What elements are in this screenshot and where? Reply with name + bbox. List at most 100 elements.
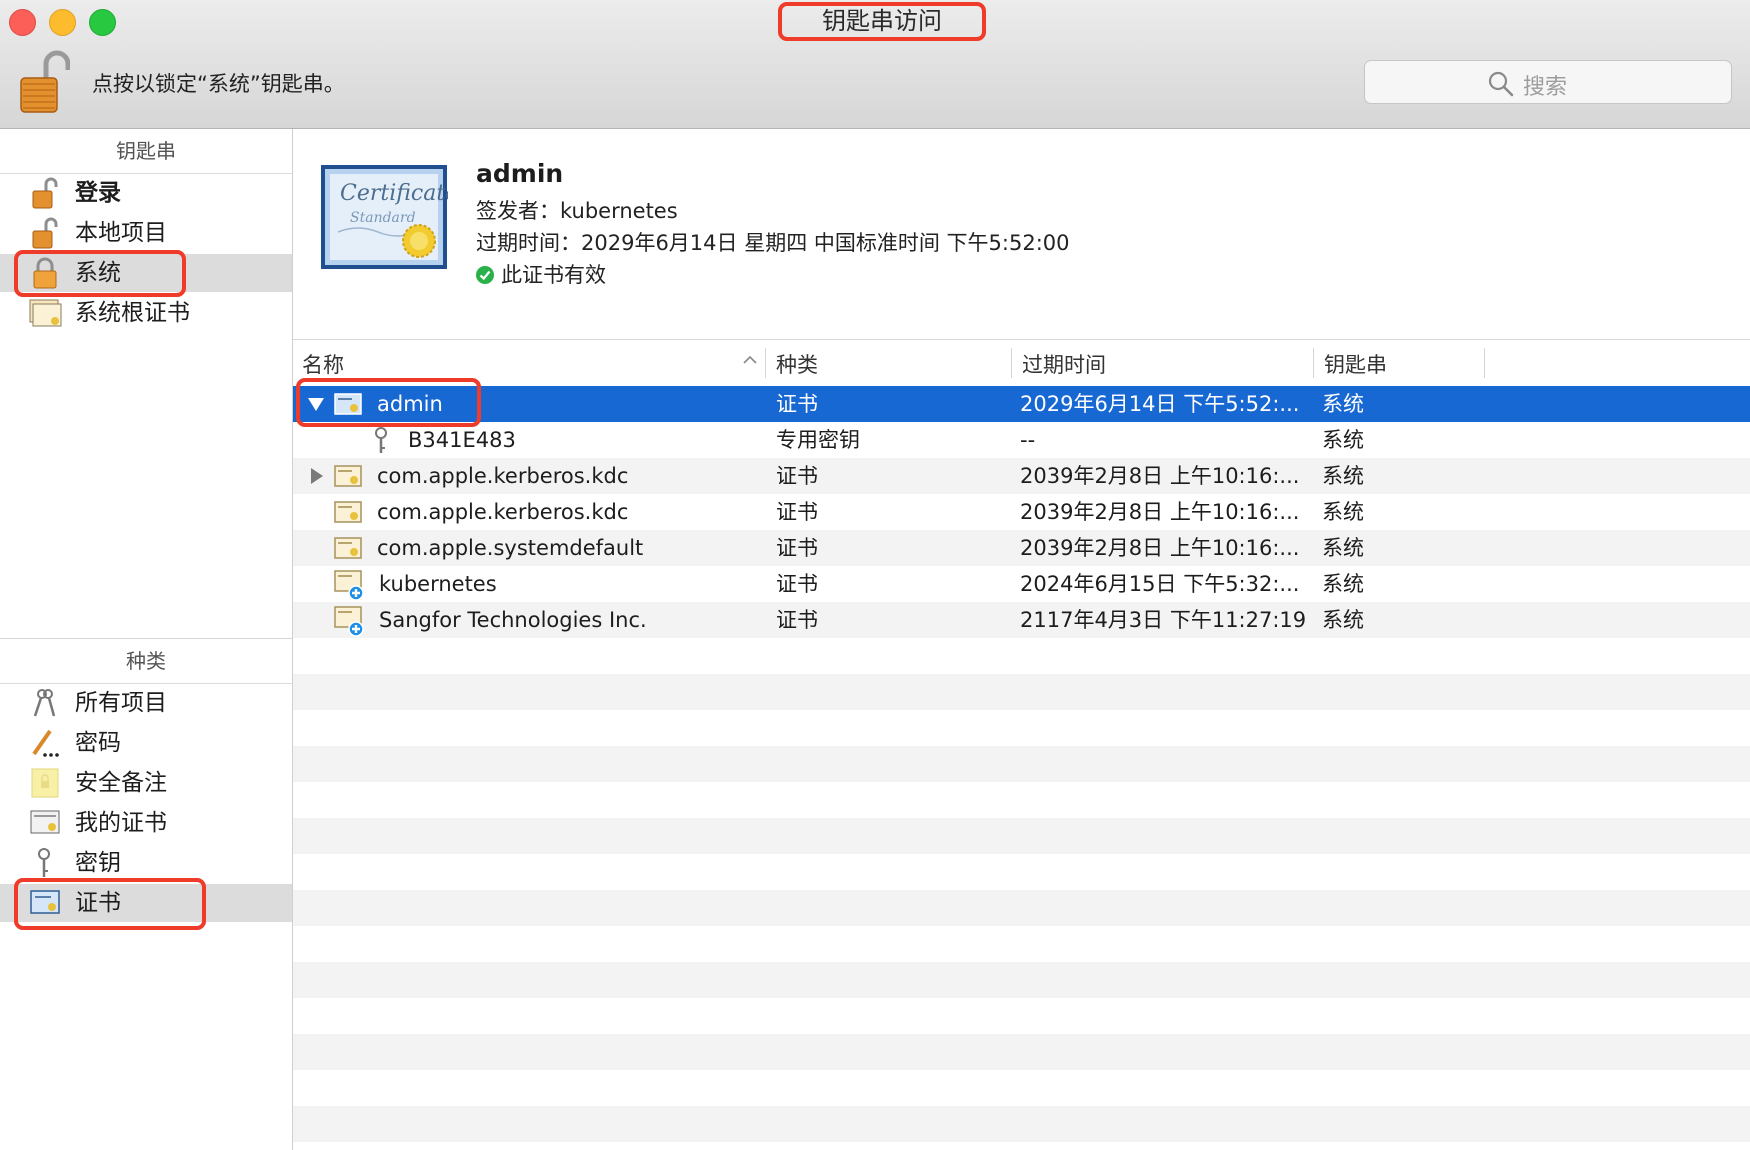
sidebar-item-secure-notes[interactable]: 安全备注 <box>0 764 292 802</box>
empty-row <box>293 674 1750 710</box>
column-separator[interactable] <box>1484 348 1485 378</box>
key-icon <box>38 848 50 877</box>
lock-icon <box>33 257 57 289</box>
table-row[interactable]: com.apple.systemdefault 证书 2039年2月8日 上午1… <box>293 530 1750 566</box>
row-keychain: 系统 <box>1322 392 1364 416</box>
row-expires: -- <box>1020 428 1036 452</box>
checkmark-icon <box>476 266 494 284</box>
pencil-icon <box>32 729 59 757</box>
row-name: com.apple.systemdefault <box>377 536 644 560</box>
table-row[interactable]: com.apple.kerberos.kdc 证书 2039年2月8日 上午10… <box>293 458 1750 494</box>
empty-row <box>293 890 1750 926</box>
disclosure-collapsed-icon[interactable] <box>307 467 325 485</box>
row-kind: 证书 <box>776 500 818 524</box>
table-row[interactable]: B341E483 专用密钥 -- 系统 <box>293 422 1750 458</box>
row-name: B341E483 <box>408 428 516 452</box>
row-name: kubernetes <box>379 572 497 596</box>
minimize-window-button[interactable] <box>49 9 76 36</box>
empty-row <box>293 1034 1750 1070</box>
certificate-status-text: 此证书有效 <box>501 263 606 287</box>
sidebar-item-login[interactable]: 登录 <box>0 174 292 212</box>
empty-row <box>293 926 1750 962</box>
table-row[interactable]: admin 证书 2029年6月14日 下午5:52:... 系统 <box>293 386 1750 422</box>
row-kind: 专用密钥 <box>776 428 860 452</box>
certificate-icon <box>334 393 362 415</box>
sidebar-item-label: 所有项目 <box>75 690 167 716</box>
sidebar-item-label: 我的证书 <box>75 810 167 836</box>
column-separator[interactable] <box>1011 348 1012 378</box>
empty-row <box>293 854 1750 890</box>
column-separator[interactable] <box>1313 348 1314 378</box>
table-row[interactable]: Sangfor Technologies Inc. 证书 2117年4月3日 下… <box>293 602 1750 638</box>
sidebar-item-label: 密钥 <box>75 850 121 876</box>
row-kind: 证书 <box>776 464 818 488</box>
lock-open-icon <box>32 177 58 209</box>
row-kind: 证书 <box>776 608 818 632</box>
row-name: com.apple.kerberos.kdc <box>377 500 629 524</box>
window-titlebar: 钥匙串访问 点按以锁定“系统”钥匙串。 搜索 <box>0 0 1750 129</box>
empty-row <box>293 746 1750 782</box>
sidebar-item-label: 系统 <box>75 260 121 286</box>
certificate-icon <box>334 501 362 523</box>
search-icon <box>1488 71 1514 97</box>
certificate-icon: Certificate Standard <box>321 165 448 269</box>
search-input[interactable]: 搜索 <box>1364 60 1732 104</box>
column-separator[interactable] <box>765 348 766 378</box>
close-window-button[interactable] <box>9 9 36 36</box>
sidebar-item-my-certificates[interactable]: 我的证书 <box>0 804 292 842</box>
lock-hint-text[interactable]: 点按以锁定“系统”钥匙串。 <box>92 68 345 98</box>
column-header-keychain[interactable]: 钥匙串 <box>1324 349 1387 379</box>
empty-row <box>293 638 1750 674</box>
disclosure-expanded-icon[interactable] <box>307 395 325 413</box>
keychain-items-table: 名称 种类 过期时间 钥匙串 admin 证书 2029年6月14日 下午5:5… <box>293 340 1750 1150</box>
row-name: com.apple.kerberos.kdc <box>377 464 629 488</box>
column-header-expires[interactable]: 过期时间 <box>1022 349 1106 379</box>
certificate-trusted-icon <box>334 606 364 637</box>
my-certificate-icon <box>30 810 60 834</box>
row-expires: 2039年2月8日 上午10:16:... <box>1020 464 1300 488</box>
empty-row <box>293 818 1750 854</box>
column-header-kind[interactable]: 种类 <box>776 349 818 379</box>
row-kind: 证书 <box>776 536 818 560</box>
sort-ascending-icon[interactable] <box>742 352 758 368</box>
sidebar-item-local-items[interactable]: 本地项目 <box>0 214 292 252</box>
sidebar-item-label: 本地项目 <box>75 220 167 246</box>
sidebar-item-certificates[interactable]: 证书 <box>0 884 292 922</box>
row-keychain: 系统 <box>1322 608 1364 632</box>
empty-row <box>293 1070 1750 1106</box>
sidebar-item-all-items[interactable]: 所有项目 <box>0 684 292 722</box>
row-kind: 证书 <box>776 392 818 416</box>
detail-pane: Certificate Standard admin 签发者：kubernete… <box>293 129 1750 340</box>
empty-row <box>293 782 1750 818</box>
row-keychain: 系统 <box>1322 536 1364 560</box>
certificate-icon <box>334 537 362 559</box>
row-expires: 2024年6月15日 下午5:32:... <box>1020 572 1300 596</box>
table-row[interactable]: kubernetes 证书 2024年6月15日 下午5:32:... 系统 <box>293 566 1750 602</box>
sidebar: 钥匙串 登录 本地项目 系统 系统根证书 种类 所有项目 密码 安全备注 我的证… <box>0 129 293 1150</box>
row-name: Sangfor Technologies Inc. <box>379 608 647 632</box>
sidebar-item-keys[interactable]: 密钥 <box>0 844 292 882</box>
empty-row <box>293 962 1750 998</box>
sidebar-item-system[interactable]: 系统 <box>0 254 292 292</box>
row-expires: 2039年2月8日 上午10:16:... <box>1020 500 1300 524</box>
sidebar-item-system-roots[interactable]: 系统根证书 <box>0 294 292 332</box>
svg-text:Standard: Standard <box>350 210 416 226</box>
certificate-status: 此证书有效 <box>476 259 606 289</box>
empty-row <box>293 998 1750 1034</box>
note-icon <box>31 768 59 798</box>
search-placeholder: 搜索 <box>1523 75 1568 100</box>
sidebar-item-label: 密码 <box>75 730 121 756</box>
row-keychain: 系统 <box>1322 572 1364 596</box>
table-row[interactable]: com.apple.kerberos.kdc 证书 2039年2月8日 上午10… <box>293 494 1750 530</box>
row-name: admin <box>377 392 443 416</box>
column-header-name[interactable]: 名称 <box>302 349 344 379</box>
zoom-window-button[interactable] <box>89 9 116 36</box>
key-icon <box>375 427 387 453</box>
certificate-icon <box>334 465 362 487</box>
table-header: 名称 种类 过期时间 钥匙串 <box>293 340 1750 387</box>
certificate-stack-icon <box>29 299 62 327</box>
lock-open-icon[interactable] <box>16 48 70 116</box>
certificate-icon <box>30 890 60 914</box>
row-keychain: 系统 <box>1322 464 1364 488</box>
sidebar-item-passwords[interactable]: 密码 <box>0 724 292 762</box>
